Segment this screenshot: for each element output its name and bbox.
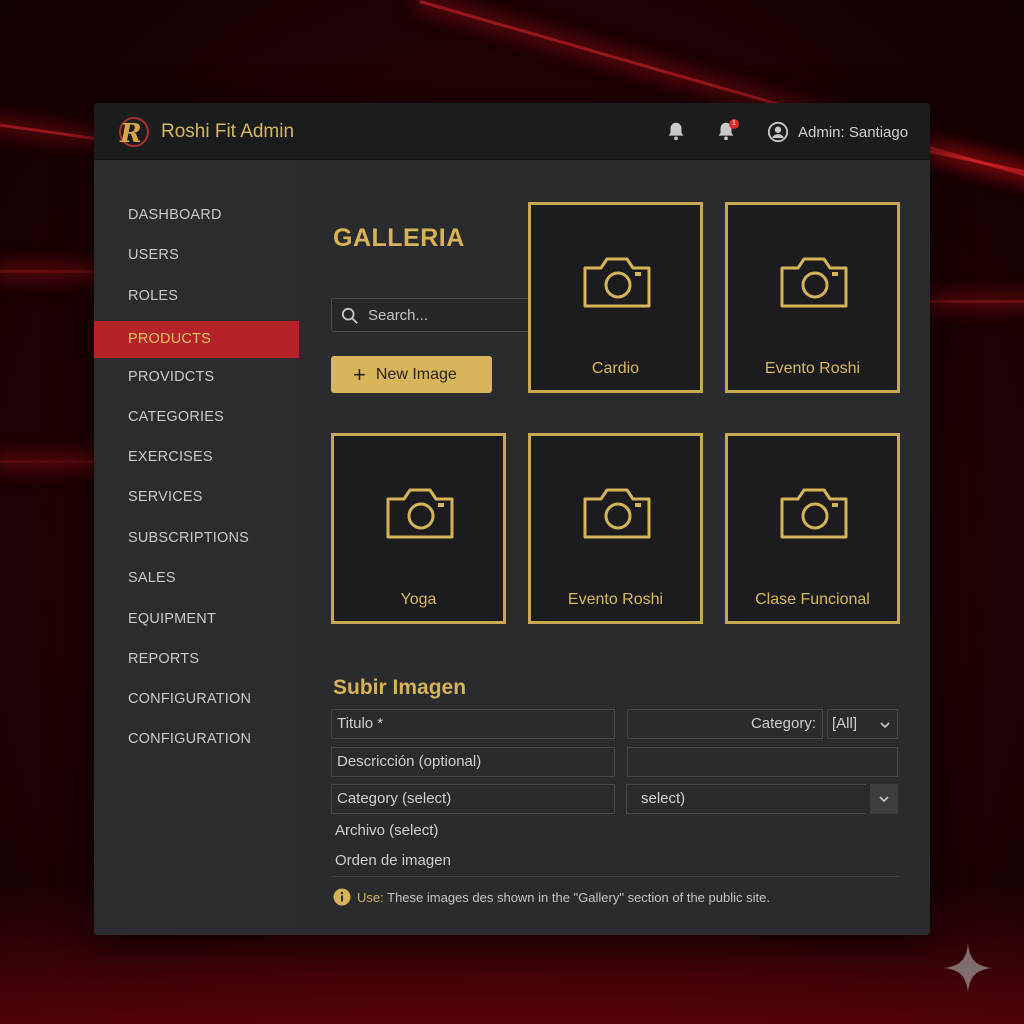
select-dropdown-button[interactable] [870, 784, 898, 814]
plus-icon: + [353, 361, 366, 387]
info-prefix: Use: [357, 890, 384, 905]
tile-label: Yoga [400, 591, 437, 608]
sidebar-item-categories[interactable]: CATEGORIES [94, 399, 299, 436]
category-field[interactable]: Category (select) [331, 784, 615, 814]
sidebar-item-roles[interactable]: ROLES [94, 278, 299, 315]
chevron-down-icon [880, 722, 890, 729]
camera-icon [780, 488, 848, 539]
sidebar-item-providcts[interactable]: PROVIDCTS [94, 359, 299, 396]
sidebar-item-services[interactable]: SERVICES [94, 479, 299, 516]
page-title: GALLERIA [333, 224, 465, 252]
info-text: These images des shown in the "Gallery" … [387, 890, 770, 905]
bell-icon[interactable] [665, 120, 687, 142]
user-circle-icon[interactable] [767, 121, 789, 143]
laser-light [929, 150, 1024, 185]
app-title: Roshi Fit Admin [161, 121, 295, 142]
titulo-field[interactable]: Titulo * [331, 709, 615, 739]
svg-text:R: R [119, 119, 142, 149]
main-content: GALLERIA + New Image Cardio [299, 160, 930, 935]
sidebar-item-dashboard[interactable]: DASHBOARD [94, 197, 299, 234]
tile-label: Clase Funcional [755, 591, 870, 608]
sidebar-item-reports[interactable]: REPORTS [94, 641, 299, 678]
sidebar-item-configuration-2[interactable]: CONFIGURATION [94, 721, 299, 758]
gallery-tile-clase-funcional[interactable]: Clase Funcional [725, 433, 900, 624]
camera-icon [386, 488, 454, 539]
gallery-tile-cardio[interactable]: Cardio [528, 202, 703, 393]
tile-label: Evento Roshi [764, 360, 861, 377]
select-field[interactable]: select) [626, 784, 866, 814]
orden-label[interactable]: Orden de imagen [335, 852, 451, 869]
camera-icon [583, 488, 651, 539]
tile-label: Evento Roshi [567, 591, 664, 608]
gallery-tile-evento-roshi-2[interactable]: Evento Roshi [528, 433, 703, 624]
archivo-label[interactable]: Archivo (select) [335, 822, 438, 839]
sidebar-item-sales[interactable]: SALES [94, 560, 299, 597]
gallery-tile-yoga[interactable]: Yoga [331, 433, 506, 624]
divider [331, 876, 899, 877]
new-image-button[interactable]: + New Image [331, 356, 492, 393]
admin-window: R Roshi Fit Admin 1 Admin: Santiago DASH… [94, 103, 930, 935]
top-bar: R Roshi Fit Admin 1 Admin: Santiago [94, 103, 930, 160]
sidebar-item-exercises[interactable]: EXERCISES [94, 439, 299, 476]
category-filter-field: Category: [627, 709, 823, 739]
category-filter-value: [All] [832, 715, 858, 732]
empty-field[interactable] [627, 747, 898, 777]
user-label[interactable]: Admin: Santiago [798, 124, 908, 141]
info-icon [333, 888, 351, 906]
roshi-logo-icon: R [119, 117, 149, 149]
sidebar-item-configuration[interactable]: CONFIGURATION [94, 681, 299, 718]
tile-label: Cardio [591, 360, 640, 377]
sidebar: DASHBOARD USERS ROLES PRODUCTS PROVIDCTS… [94, 160, 299, 935]
sparkle-icon [944, 944, 992, 992]
sidebar-item-products[interactable]: PRODUCTS [94, 321, 299, 358]
sidebar-item-subscriptions[interactable]: SUBSCRIPTIONS [94, 520, 299, 557]
upload-section-title: Subir Imagen [333, 676, 467, 699]
laser-light [0, 270, 100, 273]
sidebar-item-equipment[interactable]: EQUIPMENT [94, 601, 299, 638]
search-icon [341, 307, 358, 324]
laser-light [930, 300, 1024, 303]
laser-light [0, 460, 100, 463]
info-note: Use: These images des shown in the "Gall… [357, 890, 770, 905]
notification-badge: 1 [729, 119, 739, 129]
camera-icon [583, 257, 651, 308]
chevron-down-icon [879, 796, 889, 803]
gallery-tile-evento-roshi[interactable]: Evento Roshi [725, 202, 900, 393]
category-filter-label: Category: [750, 715, 816, 732]
descripcion-field[interactable]: Descricción (optional) [331, 747, 615, 777]
new-image-label: New Image [375, 365, 457, 383]
sidebar-item-users[interactable]: USERS [94, 237, 299, 274]
camera-icon [780, 257, 848, 308]
category-filter-select[interactable]: [All] [827, 709, 898, 739]
